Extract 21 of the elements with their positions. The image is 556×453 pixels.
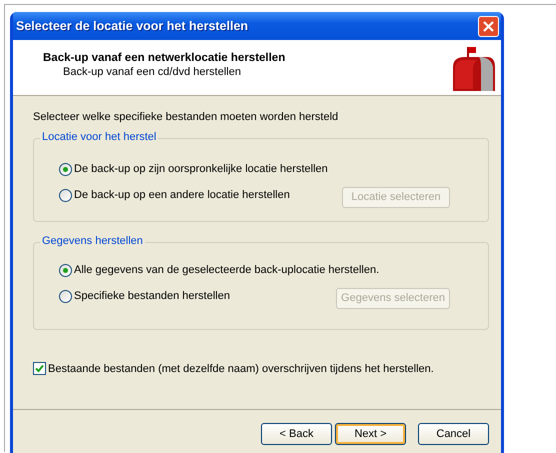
window-title: Selecteer de locatie voor het herstellen — [16, 19, 248, 33]
header-subtitle: Back-up vanaf een cd/dvd herstellen — [62, 66, 242, 78]
radio-option[interactable]: Specifieke bestanden herstellen — [59, 290, 230, 302]
radio-option[interactable]: Alle gegevens van de geselecteerde back-uplocatie herstellen. — [59, 264, 380, 276]
wizard-button[interactable]: < Back — [261, 423, 332, 445]
close-button[interactable] — [478, 16, 499, 36]
checkbox[interactable] — [33, 362, 46, 375]
wizard-button[interactable]: Cancel — [418, 423, 489, 445]
wizard-button[interactable]: Next > — [335, 423, 406, 445]
close-icon — [482, 20, 495, 32]
group-label: Locatie voor het herstel — [40, 131, 158, 143]
radio-button[interactable] — [59, 162, 72, 176]
radio-button[interactable] — [59, 188, 72, 202]
header-title: Back-up vanaf een netwerklocatie herstellen — [43, 52, 286, 64]
overwrite-checkbox[interactable]: Bestaande bestanden (met dezelfde naam) overschrijven tijdens het herstellen. — [33, 362, 489, 375]
radio-button[interactable] — [59, 264, 72, 276]
radio-option[interactable]: De back-up op zijn oorspronkelijke locatie herstellen — [59, 162, 328, 176]
instruction-text: Selecteer welke specifieke bestanden moeten worden hersteld — [33, 111, 340, 123]
radio-option[interactable]: De back-up op een andere locatie herstellen — [59, 188, 290, 202]
group-label: Gegevens herstellen — [40, 235, 145, 247]
radio-button[interactable] — [59, 290, 72, 302]
